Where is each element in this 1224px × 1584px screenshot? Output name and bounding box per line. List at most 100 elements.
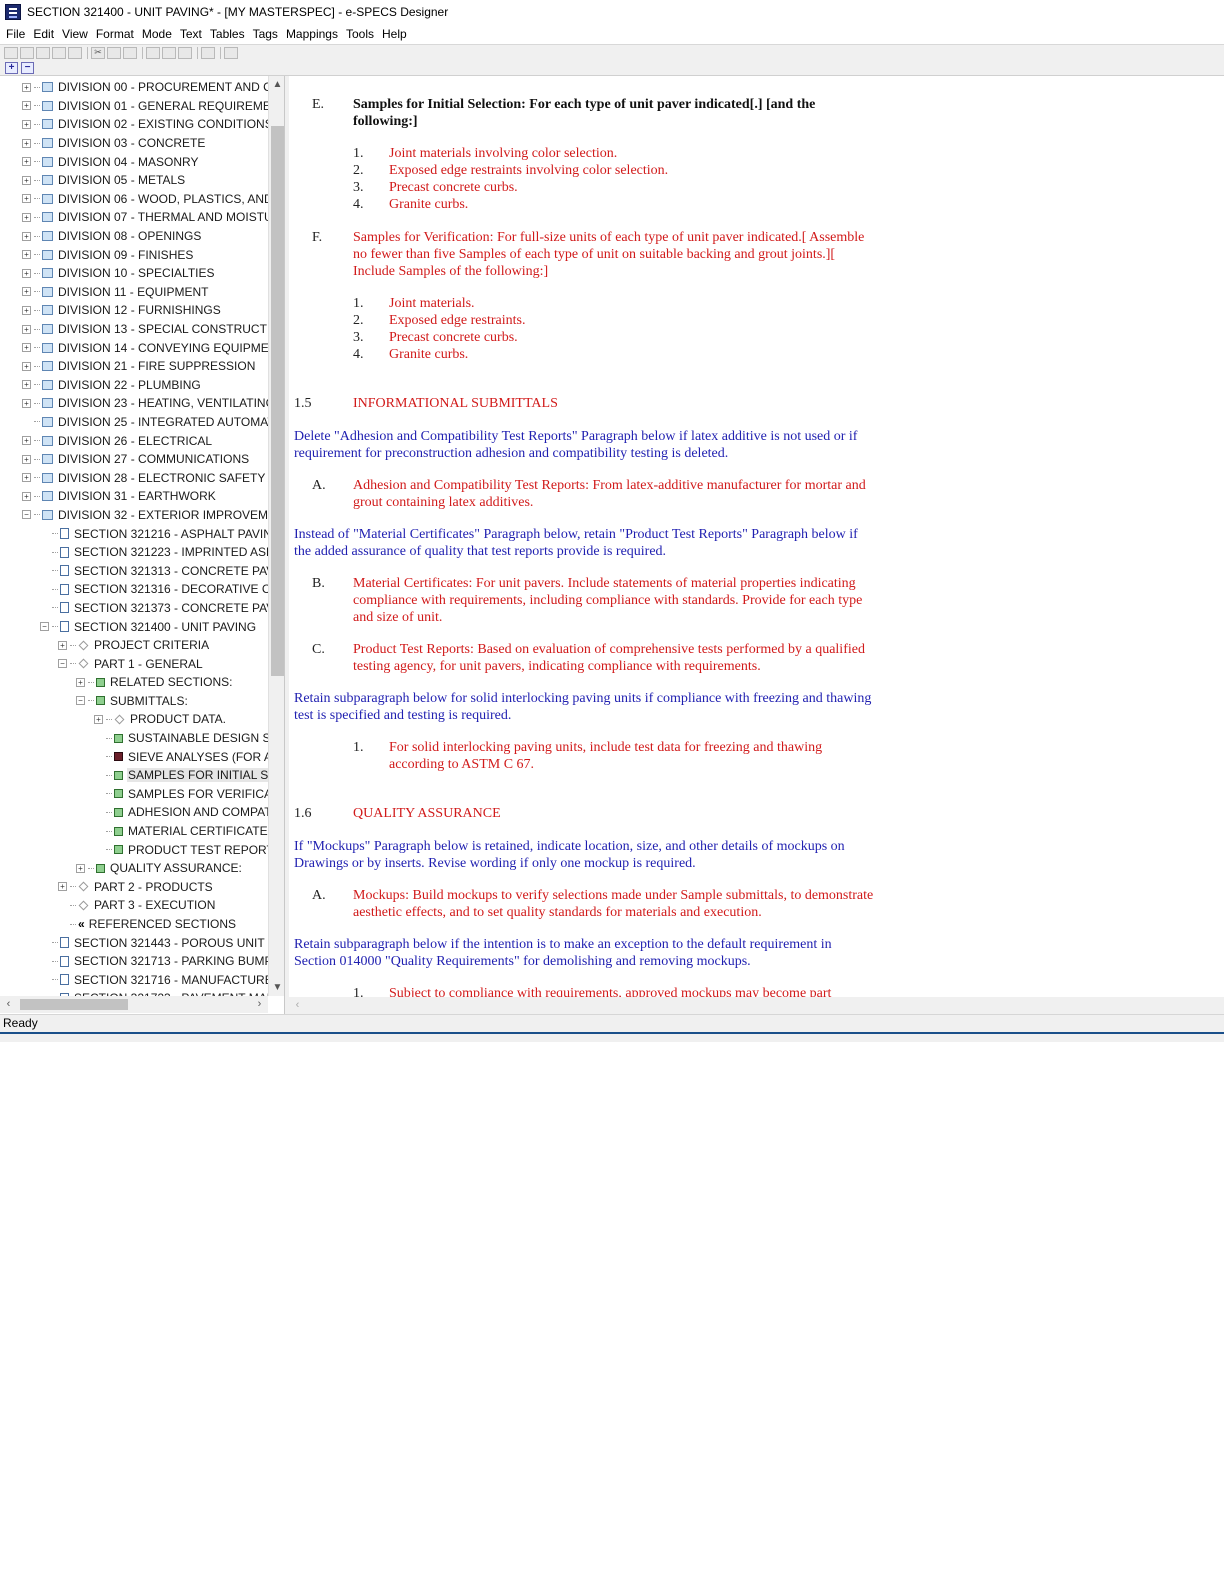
tree-node-label[interactable]: MATERIAL CERTIFICATES <box>127 824 268 838</box>
tree-node-label[interactable]: SECTION 321313 - CONCRETE PAVIN( <box>73 564 268 578</box>
tree-node[interactable]: + DIVISION 04 - MASONRY <box>0 152 268 171</box>
tree-node[interactable]: + DIVISION 11 - EQUIPMENT <box>0 283 268 302</box>
tree-node[interactable]: ADHESION AND COMPATII <box>0 803 268 822</box>
scroll-down-icon[interactable]: ▼ <box>269 979 284 996</box>
expand-icon[interactable]: + <box>22 361 31 371</box>
expand-icon[interactable]: + <box>22 398 31 408</box>
tree-node[interactable]: − SECTION 321400 - UNIT PAVING <box>0 617 268 636</box>
paragraph-text[interactable]: Material Certificates: For unit pavers. … <box>353 575 874 626</box>
list-item-text[interactable]: For solid interlocking paving units, inc… <box>389 740 822 772</box>
list-item[interactable]: 1. Subject to compliance with requiremen… <box>294 985 874 997</box>
expand-icon[interactable]: + <box>22 473 31 483</box>
paragraph-f[interactable]: F. Samples for Verification: For full-si… <box>294 229 874 280</box>
tree-node[interactable]: + DIVISION 07 - THERMAL AND MOISTURE <box>0 208 268 227</box>
tree-node[interactable]: + DIVISION 10 - SPECIALTIES <box>0 264 268 283</box>
tree-node-label[interactable]: RELATED SECTIONS: <box>109 675 233 689</box>
tree-node[interactable]: SECTION 321223 - IMPRINTED ASPH/ <box>0 543 268 562</box>
list-item[interactable]: 4. Granite curbs. <box>294 196 874 213</box>
article-heading[interactable]: 1.6 QUALITY ASSURANCE <box>294 805 874 822</box>
tree-node-label[interactable]: DIVISION 04 - MASONRY <box>57 155 199 169</box>
tag-record-icon[interactable] <box>162 46 176 59</box>
article-title[interactable]: INFORMATIONAL SUBMITTALS <box>353 396 558 411</box>
expand-icon[interactable]: + <box>22 343 31 353</box>
tree-node-label[interactable]: SECTION 321713 - PARKING BUMPER <box>73 954 268 968</box>
tree-node-label[interactable]: PRODUCT TEST REPORTS <box>127 843 268 857</box>
tree-node-label[interactable]: DIVISION 25 - INTEGRATED AUTOMATIO <box>57 415 268 429</box>
list-item-text[interactable]: Joint materials involving color selectio… <box>389 146 617 161</box>
copy-icon[interactable] <box>107 46 121 59</box>
expand-icon[interactable]: + <box>22 287 31 297</box>
expand-icon[interactable]: + <box>22 119 31 129</box>
tree-node[interactable]: + DIVISION 26 - ELECTRICAL <box>0 431 268 450</box>
list-item-text[interactable]: Precast concrete curbs. <box>389 180 518 195</box>
find-icon[interactable] <box>146 46 160 59</box>
list-item[interactable]: 1. Joint materials. <box>294 295 874 312</box>
tree-node-label[interactable]: PART 2 - PRODUCTS <box>93 880 214 894</box>
expand-icon[interactable]: + <box>22 305 31 315</box>
expand-icon[interactable]: + <box>76 677 85 687</box>
paragraph-e[interactable]: E. Samples for Initial Selection: For ea… <box>294 96 874 130</box>
scroll-up-icon[interactable]: ▲ <box>269 76 284 93</box>
open-folder-icon[interactable] <box>20 46 34 59</box>
editor-note[interactable]: Instead of "Material Certificates" Parag… <box>294 526 874 560</box>
tree-node-label[interactable]: SUBMITTALS: <box>109 694 189 708</box>
tree-node-label[interactable]: ADHESION AND COMPATII <box>127 805 268 819</box>
collapse-icon[interactable]: − <box>40 622 49 632</box>
paste-icon[interactable] <box>123 46 137 59</box>
tree-node[interactable]: + DIVISION 27 - COMMUNICATIONS <box>0 450 268 469</box>
tree-node[interactable]: PRODUCT TEST REPORTS <box>0 840 268 859</box>
tree-node[interactable]: − PART 1 - GENERAL <box>0 654 268 673</box>
tree-node-label[interactable]: DIVISION 27 - COMMUNICATIONS <box>57 452 250 466</box>
tree-node[interactable]: PART 3 - EXECUTION <box>0 896 268 915</box>
tree-node-label[interactable]: DIVISION 13 - SPECIAL CONSTRUCTION <box>57 322 268 336</box>
tree-node-label[interactable]: DIVISION 12 - FURNISHINGS <box>57 303 222 317</box>
paragraph-b[interactable]: B. Material Certificates: For unit paver… <box>294 575 874 626</box>
tree-node[interactable]: − DIVISION 32 - EXTERIOR IMPROVEMENT <box>0 506 268 525</box>
tree-node[interactable]: + DIVISION 22 - PLUMBING <box>0 376 268 395</box>
cut-icon[interactable]: ✂ <box>91 46 105 59</box>
list-item[interactable]: 1. For solid interlocking paving units, … <box>294 739 874 773</box>
list-item[interactable]: 3. Precast concrete curbs. <box>294 179 874 196</box>
edit-note-icon[interactable] <box>201 46 215 59</box>
expand-icon[interactable]: + <box>22 454 31 464</box>
menu-view[interactable]: View <box>58 27 92 41</box>
document-editor[interactable]: E. Samples for Initial Selection: For ea… <box>289 76 1224 997</box>
scroll-left-icon[interactable]: ‹ <box>289 997 306 1014</box>
expand-icon[interactable]: + <box>22 436 31 446</box>
export-icon[interactable] <box>36 46 50 59</box>
tree-node[interactable]: SECTION 321713 - PARKING BUMPER <box>0 952 268 971</box>
paragraph-text[interactable]: Samples for Verification: For full-size … <box>353 229 874 280</box>
tree-node-label[interactable]: DIVISION 32 - EXTERIOR IMPROVEMENT <box>57 508 268 522</box>
list-item-text[interactable]: Granite curbs. <box>389 197 468 212</box>
tree-node[interactable]: + PART 2 - PRODUCTS <box>0 878 268 897</box>
menu-tools[interactable]: Tools <box>342 27 378 41</box>
tree-node-label[interactable]: PART 1 - GENERAL <box>93 657 204 671</box>
tree-node[interactable]: DIVISION 25 - INTEGRATED AUTOMATIO <box>0 413 268 432</box>
tree-horizontal-scrollbar[interactable]: ‹ › <box>0 996 268 1013</box>
tree-node[interactable]: + QUALITY ASSURANCE: <box>0 859 268 878</box>
tree-node[interactable]: + RELATED SECTIONS: <box>0 673 268 692</box>
scroll-thumb[interactable] <box>20 999 128 1010</box>
menu-format[interactable]: Format <box>92 27 138 41</box>
tree-node[interactable]: SECTION 321723 - PAVEMENT MARKI <box>0 989 268 996</box>
tree-node-label[interactable]: DIVISION 07 - THERMAL AND MOISTURE <box>57 210 268 224</box>
editor-note[interactable]: Retain subparagraph below for solid inte… <box>294 690 874 724</box>
tree-node-label[interactable]: SIEVE ANALYSES (FOR AGG <box>127 750 268 764</box>
expand-icon[interactable]: + <box>22 231 31 241</box>
expand-icon[interactable]: + <box>22 212 31 222</box>
tree-node-label[interactable]: SECTION 321216 - ASPHALT PAVING <box>73 527 268 541</box>
tree-node-label[interactable]: SUSTAINABLE DESIGN SUBI <box>127 731 268 745</box>
tree-node[interactable]: + DIVISION 14 - CONVEYING EQUIPMENT <box>0 338 268 357</box>
expand-icon[interactable]: + <box>76 863 85 873</box>
tree-node-label[interactable]: DIVISION 11 - EQUIPMENT <box>57 285 209 299</box>
paragraph-text[interactable]: Samples for Initial Selection: For each … <box>353 96 874 130</box>
tree-node[interactable]: SECTION 321313 - CONCRETE PAVIN( <box>0 561 268 580</box>
tree-node[interactable]: SIEVE ANALYSES (FOR AGG <box>0 747 268 766</box>
collapse-icon[interactable]: − <box>22 510 31 520</box>
expand-icon[interactable]: + <box>94 714 103 724</box>
scroll-left-icon[interactable]: ‹ <box>0 996 17 1013</box>
tree-node[interactable]: + DIVISION 12 - FURNISHINGS <box>0 301 268 320</box>
expand-icon[interactable]: + <box>22 250 31 260</box>
tree-node[interactable]: + DIVISION 01 - GENERAL REQUIREMENTS <box>0 97 268 116</box>
list-item[interactable]: 4. Granite curbs. <box>294 346 874 363</box>
